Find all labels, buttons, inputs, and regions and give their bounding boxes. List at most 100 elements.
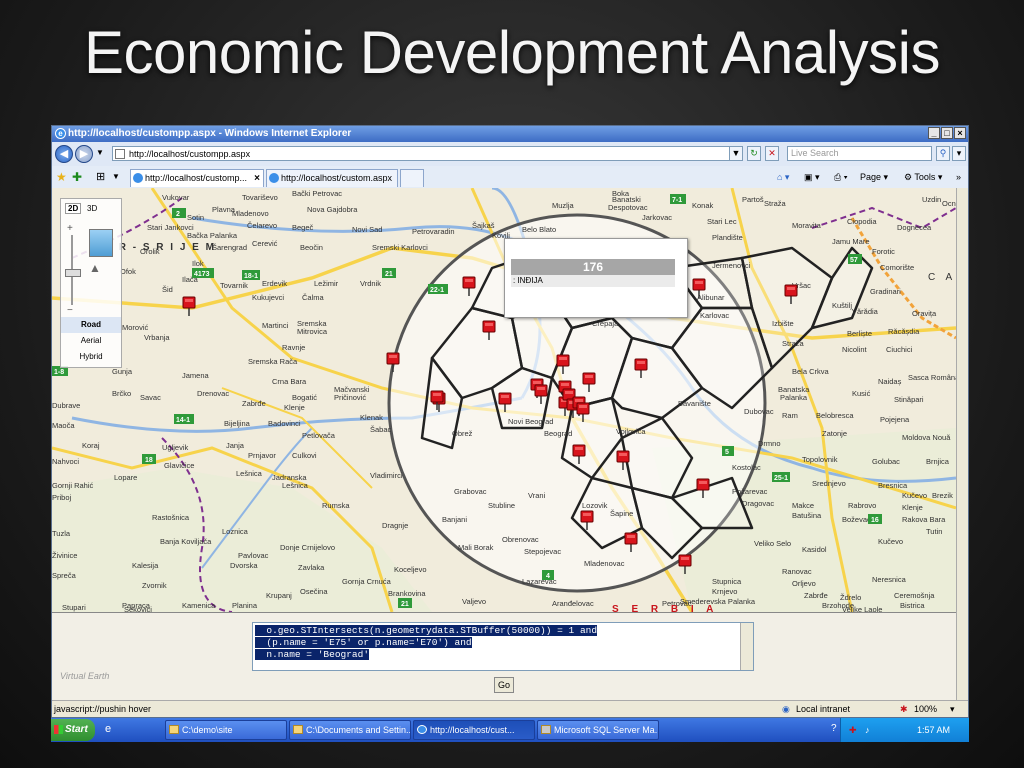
task-sql-server[interactable]: Microsoft SQL Server Ma... <box>537 720 659 740</box>
svg-text:Zatonje: Zatonje <box>822 429 847 438</box>
status-bar: javascript://pushin hover ◉ Local intran… <box>52 700 968 717</box>
url-dropdown-icon[interactable]: ▼ <box>729 146 743 161</box>
protected-mode-icon[interactable]: ✱ <box>900 701 908 717</box>
map-pushpin[interactable] <box>498 392 512 417</box>
task-documents[interactable]: C:\Documents and Settin... <box>289 720 411 740</box>
zoom-out-icon[interactable]: − <box>67 305 73 316</box>
view-3d-button[interactable]: 3D <box>87 204 97 213</box>
favorites-star-icon[interactable]: ★ <box>56 170 67 184</box>
sql-textarea[interactable]: o.geo.STIntersects(n.geometrydata.STBuff… <box>252 622 754 671</box>
stop-icon[interactable]: ✕ <box>765 146 779 161</box>
url-text: http://localhost/custompp.aspx <box>129 149 251 159</box>
forward-icon[interactable]: ▶ <box>75 145 93 163</box>
tab-custom[interactable]: http://localhost/custom.aspx <box>266 169 398 187</box>
svg-text:Tutin: Tutin <box>926 527 942 536</box>
zoom-level[interactable]: 100% <box>914 701 937 717</box>
map-pushpin[interactable] <box>692 278 706 303</box>
minimize-button[interactable]: _ <box>928 127 940 139</box>
network-icon[interactable]: ✚ <box>849 718 857 742</box>
zoom-in-icon[interactable]: + <box>67 223 73 234</box>
task-ie[interactable]: http://localhost/cust... <box>413 720 535 740</box>
svg-text:Koraj: Koraj <box>82 441 100 450</box>
tab-close-icon[interactable]: × <box>254 170 260 187</box>
svg-text:Batušina: Batušina <box>792 511 822 520</box>
go-button[interactable]: Go <box>494 677 514 693</box>
close-button[interactable]: × <box>954 127 966 139</box>
zoom-slider-thumb[interactable] <box>65 269 81 277</box>
svg-text:Brankovina: Brankovina <box>388 589 426 598</box>
map-pushpin[interactable] <box>624 532 638 557</box>
refresh-icon[interactable]: ↻ <box>747 146 761 161</box>
tools-menu[interactable]: ⚙ Tools ▾ <box>904 170 942 184</box>
ie-quicklaunch-icon[interactable]: e <box>105 723 111 735</box>
map-pushpin[interactable] <box>386 352 400 377</box>
page-scrollbar[interactable] <box>956 188 968 700</box>
map-pushpin[interactable] <box>572 444 586 469</box>
new-tab-button[interactable] <box>400 169 424 187</box>
volume-icon[interactable]: ♪ <box>865 718 870 742</box>
map-pushpin[interactable] <box>482 320 496 345</box>
svg-text:Lešnica: Lešnica <box>282 481 309 490</box>
sql-scrollbar[interactable] <box>740 623 753 670</box>
add-favorites-icon[interactable]: ✚ <box>72 170 82 184</box>
svg-text:Rumska: Rumska <box>322 501 350 510</box>
map-pushpin[interactable] <box>576 402 590 427</box>
map-pushpin[interactable] <box>582 372 596 397</box>
tab-custompp[interactable]: http://localhost/customp... × <box>130 169 264 187</box>
map-pushpin[interactable] <box>678 554 692 579</box>
maximize-button[interactable]: □ <box>941 127 953 139</box>
search-icon[interactable]: ⚲ <box>936 146 950 161</box>
svg-text:Bogatić: Bogatić <box>292 393 317 402</box>
mode-hybrid[interactable]: Hybrid <box>61 349 121 365</box>
svg-text:Moravita: Moravita <box>792 221 822 230</box>
task-label: http://localhost/cust... <box>430 725 515 735</box>
virtual-earth-logo: Virtual Earth <box>60 671 110 681</box>
help-icon[interactable]: ? <box>831 723 837 734</box>
map-pushpin[interactable] <box>634 358 648 383</box>
svg-text:Kusić: Kusić <box>852 389 871 398</box>
svg-text:Vrbanja: Vrbanja <box>144 333 170 342</box>
svg-text:Ofok: Ofok <box>120 267 136 276</box>
svg-text:Bavanište: Bavanište <box>678 399 711 408</box>
mode-aerial[interactable]: Aerial <box>61 333 121 349</box>
svg-text:Sekovici: Sekovici <box>124 605 152 612</box>
compass-icon[interactable]: ▲ <box>89 261 111 279</box>
quick-tabs-icon[interactable]: ⊞ <box>96 170 105 183</box>
svg-text:Lozovik: Lozovik <box>582 501 608 510</box>
back-icon[interactable]: ◀ <box>55 145 73 163</box>
zoom-dropdown-icon[interactable]: ▾ <box>950 701 955 717</box>
query-panel: Virtual Earth o.geo.STIntersects(n.geome… <box>52 612 956 701</box>
more-commands-icon[interactable]: » <box>956 170 961 184</box>
map-canvas[interactable]: Vukovar Tovariševo Bački Petrovac Plavna No… <box>52 188 956 612</box>
svg-text:Mladenovo: Mladenovo <box>232 209 269 218</box>
tab-list-dropdown-icon[interactable]: ▼ <box>112 172 120 181</box>
map-pushpin[interactable] <box>462 276 476 301</box>
map-pushpin[interactable] <box>580 510 594 535</box>
map-pushpin[interactable] <box>616 450 630 475</box>
svg-text:Novi Sad: Novi Sad <box>352 225 382 234</box>
feeds-icon[interactable]: ▣ ▾ <box>804 170 820 184</box>
map-style-icon[interactable] <box>89 229 113 257</box>
map-pushpin[interactable] <box>556 354 570 379</box>
map-pushpin[interactable] <box>534 384 548 409</box>
start-button[interactable]: Start <box>51 719 95 741</box>
svg-text:Partoš: Partoš <box>742 195 764 204</box>
home-icon[interactable]: ⌂ ▾ <box>777 170 789 184</box>
page-menu[interactable]: Page ▾ <box>860 170 888 184</box>
svg-text:Bresnica: Bresnica <box>878 481 908 490</box>
map-pushpin[interactable] <box>182 296 196 321</box>
map-pushpin[interactable] <box>784 284 798 309</box>
ie-tab-icon <box>133 173 143 183</box>
mode-road[interactable]: Road <box>61 317 121 333</box>
map-pushpin[interactable] <box>696 478 710 503</box>
view-2d-button[interactable]: 2D <box>65 203 82 214</box>
print-icon[interactable]: ⎙ ▾ <box>834 170 847 184</box>
history-dropdown-icon[interactable]: ▼ <box>96 148 104 157</box>
url-input[interactable]: http://localhost/custompp.aspx <box>112 146 742 161</box>
search-input[interactable]: Live Search <box>787 146 932 161</box>
map-pushpin[interactable] <box>430 390 444 415</box>
task-demo-site[interactable]: C:\demo\site <box>165 720 287 740</box>
svg-text:Vladimirci: Vladimirci <box>370 471 403 480</box>
svg-text:Koceljevo: Koceljevo <box>394 565 427 574</box>
search-options-icon[interactable]: ▾ <box>952 146 966 161</box>
